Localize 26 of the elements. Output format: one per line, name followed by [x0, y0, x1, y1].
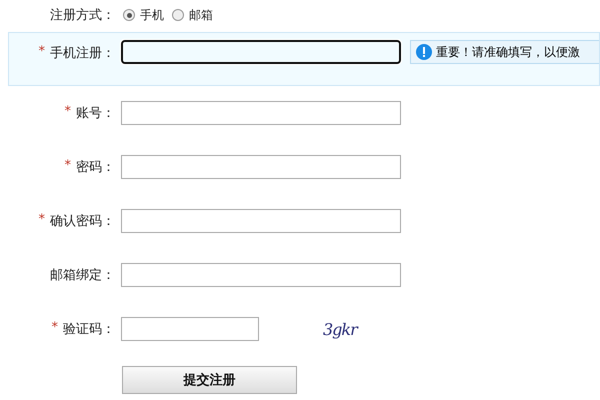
required-mark: *	[64, 104, 71, 121]
required-mark: *	[38, 44, 45, 61]
captcha-image[interactable]: 3gkr	[323, 320, 357, 338]
mode-label: 注册方式：	[49, 7, 115, 24]
field-label: 密码：	[76, 159, 115, 176]
field-label: 账号：	[76, 105, 115, 122]
radio-icon[interactable]	[172, 9, 184, 21]
input-field[interactable]	[121, 101, 401, 125]
input-field[interactable]	[121, 40, 401, 64]
radio-option[interactable]: 邮箱	[172, 6, 213, 24]
radio-option[interactable]: 手机	[123, 6, 164, 24]
required-mark: *	[64, 158, 71, 175]
input-field[interactable]	[121, 263, 401, 287]
field-label: 手机注册：	[50, 45, 115, 62]
field-label: 邮箱绑定：	[50, 267, 115, 284]
radio-icon[interactable]	[123, 9, 135, 21]
submit-button[interactable]: 提交注册	[122, 366, 297, 394]
input-field[interactable]	[121, 209, 401, 233]
info-icon	[416, 44, 432, 60]
required-mark: *	[38, 212, 45, 229]
field-label: 确认密码：	[50, 213, 115, 230]
captcha-field[interactable]	[121, 317, 259, 341]
field-label: 验证码：	[63, 321, 115, 338]
hint-text: 重要！请准确填写，以便激	[436, 44, 580, 60]
input-field[interactable]	[121, 155, 401, 179]
required-mark: *	[52, 320, 58, 337]
